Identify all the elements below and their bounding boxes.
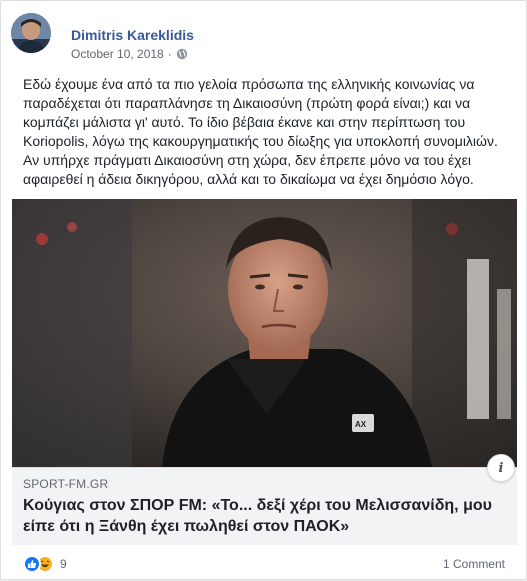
comments-link[interactable]: 1 Comment	[443, 557, 505, 571]
reaction-count: 9	[60, 557, 67, 571]
globe-icon[interactable]	[176, 48, 188, 60]
facebook-post-card: Dimitris Kareklidis October 10, 2018 · Ε…	[0, 0, 527, 580]
like-icon	[23, 555, 41, 573]
link-title[interactable]: Κούγιας στον ΣΠΟΡ FM: «Το... δεξί χέρι τ…	[23, 495, 503, 537]
post-footer: 9 1 Comment	[12, 547, 517, 581]
link-preview-image[interactable]: AX	[12, 199, 517, 467]
reaction-summary[interactable]: 9	[23, 555, 67, 573]
author-name[interactable]: Dimitris Kareklidis	[71, 27, 194, 43]
post-timestamp[interactable]: October 10, 2018	[71, 47, 164, 61]
info-button[interactable]: i	[487, 454, 515, 482]
meta-separator: ·	[167, 47, 172, 61]
post-text: Εδώ έχουμε ένα από τα πιο γελοία πρόσωπα…	[23, 76, 498, 187]
link-domain: SPORT-FM.GR	[23, 477, 109, 491]
svg-text:AX: AX	[355, 420, 367, 429]
avatar[interactable]	[11, 13, 51, 53]
link-preview[interactable]: i SPORT-FM.GR Κούγιας στον ΣΠΟΡ FM: «Το.…	[12, 454, 517, 545]
post-meta: October 10, 2018 ·	[71, 47, 188, 61]
